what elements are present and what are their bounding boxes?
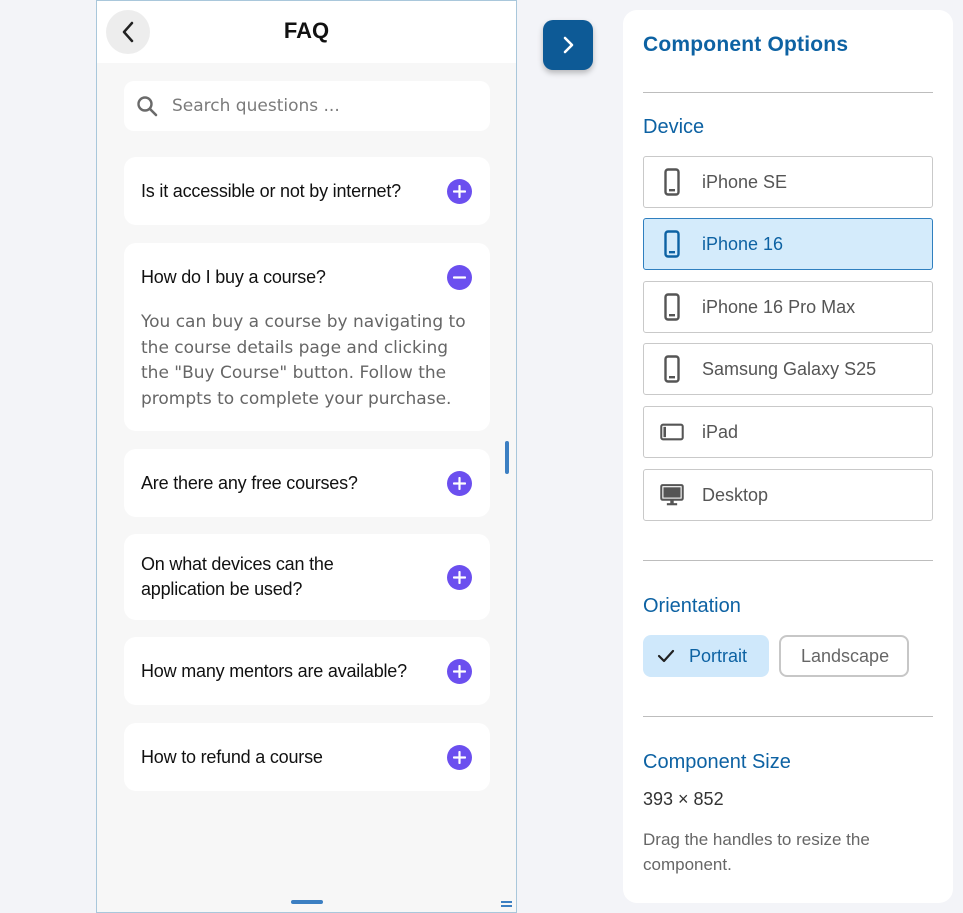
resize-handle-corner[interactable] [501, 901, 512, 907]
orientation-landscape-label: Landscape [801, 645, 890, 666]
device-option-ipad[interactable]: iPad [643, 406, 933, 458]
device-label: iPhone SE [702, 171, 788, 192]
faq-item-expanded[interactable]: How do I buy a course? You can buy a cou… [124, 243, 490, 431]
panel-toggle-button[interactable] [543, 20, 593, 70]
check-icon [657, 649, 675, 663]
plus-icon[interactable] [447, 564, 472, 590]
plus-icon[interactable] [447, 658, 472, 684]
panel-title: Component Options [643, 33, 849, 56]
faq-question: Are there any free courses? [141, 472, 358, 493]
orientation-portrait-label: Portrait [689, 645, 748, 666]
orientation-section-title: Orientation [643, 595, 741, 617]
page-title: FAQ [283, 18, 330, 43]
device-option-desktop[interactable]: Desktop [643, 469, 933, 521]
search-bar[interactable] [124, 81, 490, 131]
faq-item[interactable]: On what devices can the application be u… [124, 534, 490, 620]
desktop-icon [660, 482, 684, 508]
device-option-iphone-16[interactable]: iPhone 16 [643, 218, 933, 270]
divider [643, 716, 933, 717]
plus-icon[interactable] [447, 744, 472, 770]
device-label: iPhone 16 Pro Max [702, 296, 856, 317]
divider [643, 560, 933, 561]
phone-preview: FAQ Is it accessible or not by internet?… [96, 0, 517, 913]
device-option-iphone-16-pro-max[interactable]: iPhone 16 Pro Max [643, 281, 933, 333]
size-section-title: Component Size [643, 751, 791, 773]
device-option-samsung-galaxy-s25[interactable]: Samsung Galaxy S25 [643, 343, 933, 395]
faq-question: How to refund a course [141, 746, 323, 767]
device-option-iphone-se[interactable]: iPhone SE [643, 156, 933, 208]
faq-item[interactable]: Are there any free courses? [124, 449, 490, 517]
faq-question: How many mentors are available? [141, 660, 407, 681]
device-label: iPad [702, 421, 739, 442]
orientation-portrait-button[interactable]: Portrait [643, 635, 769, 677]
device-label: Desktop [702, 484, 769, 505]
phone-icon [660, 355, 684, 383]
orientation-landscape-button[interactable]: Landscape [779, 635, 909, 677]
faq-item[interactable]: How to refund a course [124, 723, 490, 791]
device-label: Samsung Galaxy S25 [702, 358, 877, 379]
plus-icon[interactable] [447, 178, 472, 204]
phone-icon [660, 230, 684, 258]
faq-item[interactable]: How many mentors are available? [124, 637, 490, 705]
divider [643, 92, 933, 93]
component-options-panel: Component Options Device iPhone SE iPhon… [623, 10, 953, 903]
faq-question: Is it accessible or not by internet? [141, 180, 401, 201]
resize-help-text: Drag the handles to resize the component… [643, 830, 870, 874]
faq-question: How do I buy a course? [141, 266, 326, 287]
chevron-right-icon [563, 36, 574, 54]
phone-icon [660, 293, 684, 321]
minus-icon[interactable] [447, 264, 472, 290]
search-input[interactable] [172, 96, 472, 116]
device-section-title: Device [643, 116, 705, 138]
search-icon [137, 96, 158, 117]
device-label: iPhone 16 [702, 233, 784, 254]
plus-icon[interactable] [447, 470, 472, 496]
faq-header: FAQ [97, 1, 516, 63]
faq-item[interactable]: Is it accessible or not by internet? [124, 157, 490, 225]
tablet-icon [660, 422, 684, 442]
faq-question: On what devices can the application be u… [141, 554, 334, 599]
faq-answer: You can buy a course by navigating to th… [141, 312, 466, 409]
component-size-value: 393 × 852 [643, 789, 724, 809]
scrollbar-thumb[interactable] [505, 441, 509, 474]
phone-icon [660, 168, 684, 196]
resize-handle-bottom[interactable] [291, 900, 323, 904]
